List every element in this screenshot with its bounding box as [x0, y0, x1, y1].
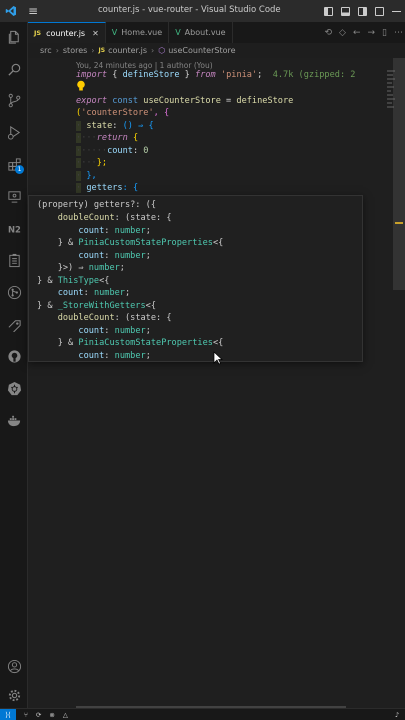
deploy-icon[interactable]	[0, 313, 28, 335]
hover-line: count: number;	[78, 251, 151, 261]
scrollbar-change-marker	[395, 222, 403, 224]
sync-icon[interactable]: ⟳	[36, 711, 41, 719]
breadcrumb-symbol[interactable]: useCounterStore	[168, 46, 235, 55]
svg-text:N2: N2	[7, 224, 20, 234]
run-debug-icon[interactable]	[0, 121, 28, 143]
docker-icon[interactable]	[0, 409, 28, 431]
n2-icon[interactable]: N2	[0, 217, 28, 239]
hover-line: count: number;	[78, 326, 151, 336]
more-actions-icon[interactable]: ⋯	[394, 28, 403, 38]
extensions-icon[interactable]: 1	[0, 153, 28, 175]
prev-change-icon[interactable]: ←	[353, 28, 361, 38]
remote-indicator-icon[interactable]: ⟩⟨	[0, 708, 16, 720]
code-line-export: export const useCounterStore = defineSto…	[76, 96, 294, 106]
editor-actions: ⟲ ◇ ← → ▯ ⋯	[324, 22, 403, 43]
account-icon[interactable]	[0, 655, 28, 677]
next-change-icon[interactable]: →	[368, 28, 376, 38]
window-title: counter.js - vue-router - Visual Studio …	[98, 5, 281, 15]
close-icon[interactable]: ✕	[92, 29, 99, 38]
codelens-author[interactable]: You, 24 minutes ago | 1 author (You)	[76, 61, 213, 70]
symbol-icon: ⬡	[158, 46, 166, 55]
hover-line: } & PiniaCustomStateProperties<{	[57, 238, 224, 248]
breadcrumb-stores[interactable]: stores	[63, 46, 87, 55]
code-line-state: · state: () ⇒ {	[76, 121, 154, 131]
hover-line: doubleCount: (state: {	[57, 213, 172, 223]
title-bar: ≡ counter.js - vue-router - Visual Studi…	[0, 0, 405, 22]
hover-line: doubleCount: (state: {	[57, 313, 172, 323]
diamond-icon[interactable]: ◇	[339, 28, 346, 38]
code-line-close-state: · },	[76, 171, 97, 181]
vue-file-icon: V	[111, 28, 118, 37]
js-file-icon: JS	[98, 47, 106, 54]
code-line-store-id: ('counterStore', {	[76, 108, 170, 118]
customize-layout-icon[interactable]	[371, 0, 388, 22]
search-icon[interactable]	[0, 58, 28, 80]
layout-controls	[320, 0, 405, 22]
breadcrumb-src[interactable]: src	[40, 46, 52, 55]
explorer-icon[interactable]	[0, 26, 28, 48]
source-control-icon[interactable]	[0, 89, 28, 111]
extensions-badge: 1	[15, 165, 24, 174]
hover-line: } & _StoreWithGetters<{	[37, 301, 157, 311]
breadcrumb: src › stores › JS counter.js › ⬡ useCoun…	[28, 43, 405, 58]
settings-gear-icon[interactable]	[0, 684, 28, 706]
import-cost-hint: 4.7k (gzipped: 2	[272, 70, 356, 80]
hover-line: count: number;	[78, 351, 151, 361]
hover-line: } & ThisType<{	[37, 276, 110, 286]
vscode-logo-icon	[0, 0, 22, 22]
menu-hamburger-icon[interactable]: ≡	[22, 0, 44, 22]
tab-home-vue[interactable]: V Home.vue	[106, 22, 170, 43]
activity-bar: 1 N2	[0, 22, 28, 708]
code-line-count: ······count: 0	[76, 146, 149, 156]
tab-about-vue[interactable]: V About.vue	[169, 22, 233, 43]
status-bar-right: ♪	[395, 709, 399, 720]
notifications-icon[interactable]: ♪	[395, 711, 399, 719]
mouse-pointer-icon	[213, 351, 223, 365]
git-graph-icon[interactable]	[0, 281, 28, 303]
code-line-import: import { defineStore } from 'pinia'; 4.7…	[76, 70, 356, 80]
remote-explorer-icon[interactable]	[0, 185, 28, 207]
code-line-close-obj: ····};	[76, 158, 108, 168]
notes-icon[interactable]	[0, 249, 28, 271]
errors-icon[interactable]: ⊗	[49, 711, 54, 719]
kubernetes-icon[interactable]	[0, 377, 28, 399]
breadcrumb-file[interactable]: counter.js	[108, 46, 147, 55]
hover-type-tooltip: (property) getters?: ({ doubleCount: (st…	[28, 195, 363, 362]
toggle-primary-sidebar-icon[interactable]	[320, 0, 337, 22]
chevron-right-icon: ›	[55, 46, 59, 55]
toggle-secondary-sidebar-icon[interactable]	[354, 0, 371, 22]
toggle-panel-icon[interactable]	[337, 0, 354, 22]
code-editor[interactable]: You, 24 minutes ago | 1 author (You) imp…	[28, 58, 405, 708]
tab-counter-js[interactable]: JS counter.js ✕	[28, 22, 106, 43]
hover-line: (property) getters?: ({	[37, 200, 156, 210]
warnings-icon[interactable]: △	[63, 711, 68, 719]
vue-file-icon: V	[175, 28, 181, 37]
status-bar: ⟩⟨ ⑂ ⟳ ⊗ △ ♪	[0, 708, 405, 720]
tab-label: Home.vue	[121, 28, 163, 37]
tab-label: counter.js	[46, 28, 86, 38]
chevron-right-icon: ›	[151, 46, 155, 55]
js-file-icon: JS	[34, 29, 42, 37]
lightbulb-icon[interactable]	[76, 80, 86, 92]
code-line-getters: · getters: {	[76, 183, 139, 193]
chevron-right-icon: ›	[91, 46, 95, 55]
hover-line: } & PiniaCustomStateProperties<{	[57, 338, 224, 348]
hover-line: count: number;	[57, 288, 131, 298]
split-editor-icon[interactable]: ▯	[382, 28, 387, 38]
github-icon[interactable]	[0, 345, 28, 367]
compare-icon[interactable]: ⟲	[324, 28, 332, 38]
hover-line: }>) ⇒ number;	[57, 263, 125, 273]
branch-icon[interactable]: ⑂	[24, 711, 28, 719]
hover-line: count: number;	[78, 226, 151, 236]
code-line-return: ····return {	[76, 133, 139, 143]
tab-label: About.vue	[184, 28, 226, 37]
vertical-scrollbar[interactable]	[393, 58, 405, 290]
minimize-icon[interactable]	[388, 0, 405, 22]
